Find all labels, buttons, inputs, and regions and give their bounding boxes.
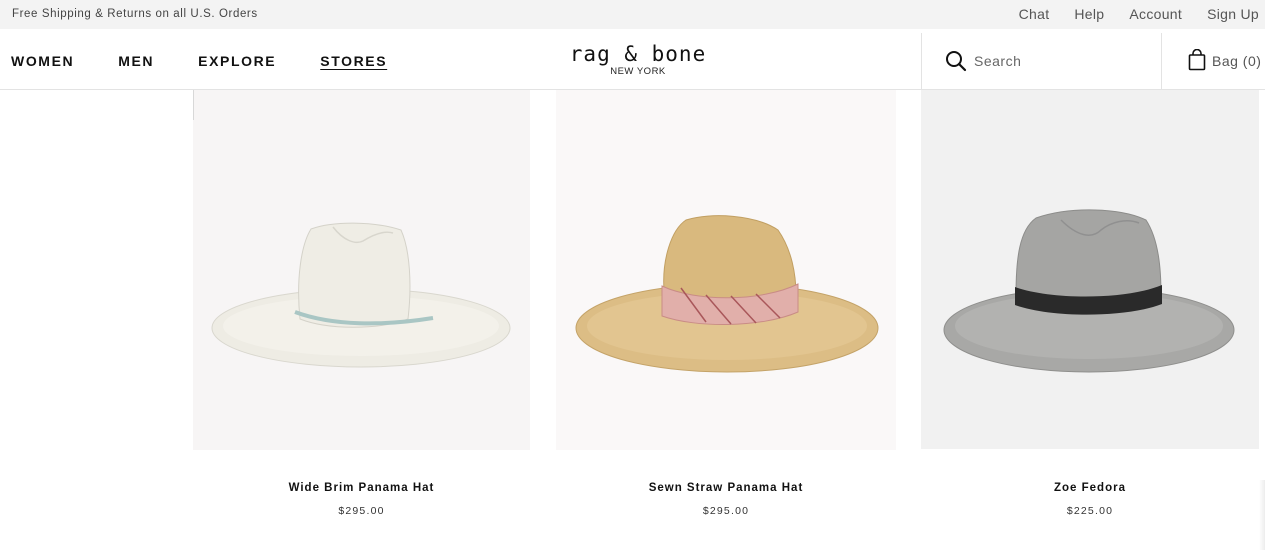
product-image[interactable] <box>921 90 1259 449</box>
search-input[interactable] <box>974 50 1144 72</box>
help-link[interactable]: Help <box>1074 6 1104 22</box>
sign-up-link[interactable]: Sign Up <box>1207 6 1259 22</box>
product-name[interactable]: Wide Brim Panama Hat <box>193 482 530 494</box>
nav-item-explore[interactable]: EXPLORE <box>198 53 276 69</box>
nav-item-stores[interactable]: STORES <box>320 53 387 69</box>
promo-text: Free Shipping & Returns on all U.S. Orde… <box>12 8 258 20</box>
account-link[interactable]: Account <box>1129 6 1182 22</box>
search-box <box>921 33 1162 89</box>
product-card[interactable]: Zoe Fedora $225.00 <box>921 90 1259 530</box>
product-card[interactable]: Sewn Straw Panama Hat $295.00 <box>556 90 896 530</box>
product-name[interactable]: Sewn Straw Panama Hat <box>556 482 896 494</box>
bag-label: Bag (0) <box>1212 53 1262 69</box>
chat-link[interactable]: Chat <box>1019 6 1050 22</box>
main-header: WOMEN MEN EXPLORE STORES rag & bone NEW … <box>0 33 1265 90</box>
nav-item-men[interactable]: MEN <box>118 53 154 69</box>
promo-bar: Free Shipping & Returns on all U.S. Orde… <box>0 0 1265 29</box>
logo-wordmark: rag & bone <box>569 42 707 66</box>
bag-button[interactable]: Bag (0) <box>1161 33 1265 89</box>
product-price: $295.00 <box>338 505 385 517</box>
scroll-edge <box>1259 480 1265 550</box>
utility-links: Chat Help Account Sign Up <box>994 6 1259 22</box>
product-price: $295.00 <box>702 505 750 517</box>
product-price: $225.00 <box>1066 505 1114 517</box>
shopping-bag-icon <box>1188 49 1206 71</box>
product-card[interactable]: Wide Brim Panama Hat $295.00 <box>193 90 530 530</box>
search-icon[interactable] <box>945 50 967 72</box>
nav-item-women[interactable]: WOMEN <box>11 53 74 69</box>
product-name[interactable]: Zoe Fedora <box>921 482 1259 494</box>
product-image[interactable] <box>193 90 530 450</box>
logo-subtitle: NEW YORK <box>610 66 666 77</box>
brand-logo[interactable]: rag & bone NEW YORK <box>568 42 708 78</box>
product-image[interactable] <box>556 90 896 450</box>
main-nav: WOMEN MEN EXPLORE STORES <box>11 53 431 69</box>
